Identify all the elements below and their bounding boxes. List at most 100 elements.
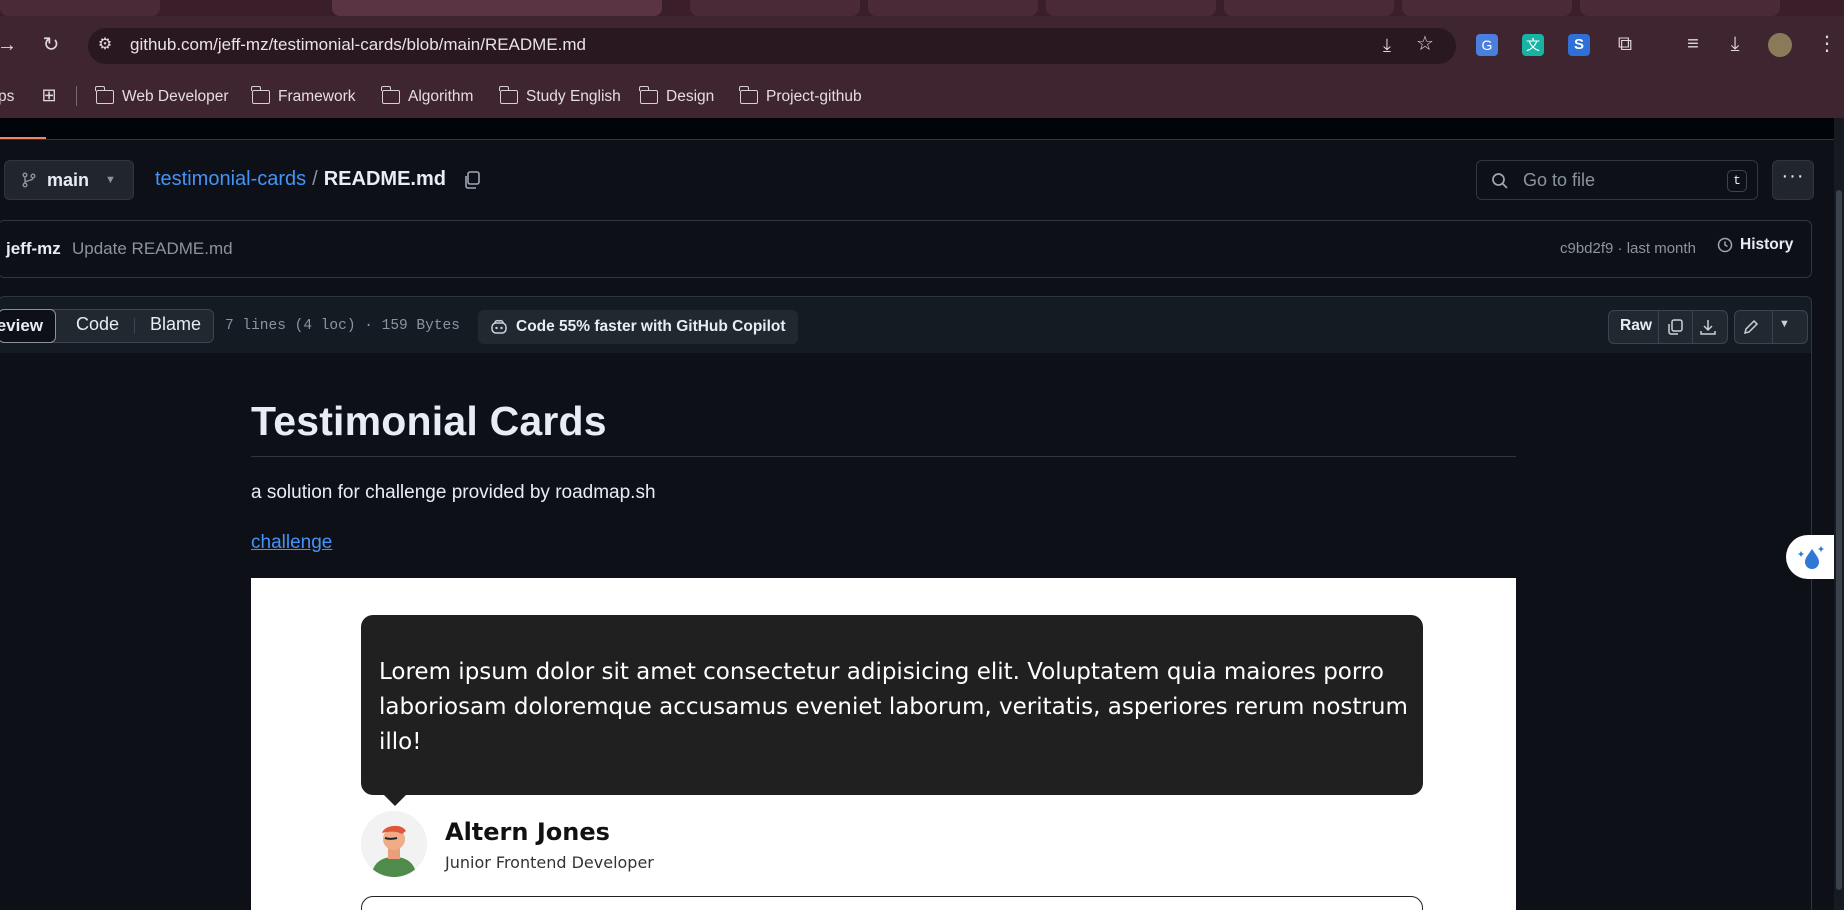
folder-icon — [251, 86, 270, 104]
readme-heading: Testimonial Cards — [251, 398, 607, 444]
git-branch-icon — [22, 172, 36, 188]
copy-path-icon[interactable] — [462, 170, 482, 190]
bookmark-folder-project-github[interactable]: Project-github — [739, 84, 862, 110]
reading-list-icon[interactable]: ≡ — [1680, 33, 1706, 59]
bookmark-label: Design — [666, 88, 715, 105]
copilot-icon — [491, 319, 507, 334]
bookmark-folder-study-english[interactable]: Study English — [499, 84, 621, 110]
bookmarks-divider — [76, 86, 77, 106]
readme-description: a solution for challenge provided by roa… — [251, 482, 656, 503]
preview-tab[interactable]: Preview — [0, 309, 56, 343]
go-to-file-input[interactable]: Go to file t — [1476, 160, 1758, 200]
commit-sha-and-date[interactable]: c9bd2f9 · last month — [1560, 240, 1696, 257]
history-clock-icon — [1717, 237, 1733, 253]
bookmark-label: Study English — [526, 88, 621, 105]
commit-message[interactable]: Update README.md — [72, 239, 233, 259]
breadcrumb: testimonial-cards / README.md — [155, 168, 482, 191]
forward-icon[interactable]: → — [0, 34, 20, 60]
breadcrumb-file-name: README.md — [323, 168, 446, 190]
apps-grid-icon[interactable]: ⊞ — [36, 84, 62, 110]
history-label: History — [1740, 236, 1794, 253]
browser-tab[interactable] — [1046, 0, 1216, 16]
folder-icon — [639, 86, 658, 104]
browser-tab-strip — [0, 0, 1844, 16]
bookmark-label: Project-github — [766, 88, 862, 105]
file-info: 7 lines (4 loc) · 159 Bytes — [225, 318, 460, 334]
breadcrumb-repo-link[interactable]: testimonial-cards — [155, 168, 306, 191]
history-button[interactable]: History — [1716, 236, 1793, 254]
commit-author[interactable]: jeff-mz — [6, 239, 61, 259]
avatar — [361, 811, 427, 877]
install-app-icon[interactable]: ⤓ — [1374, 34, 1400, 60]
browser-tab[interactable] — [0, 0, 160, 16]
chevron-down-icon: ▼ — [105, 174, 116, 186]
bookmark-label: Framework — [278, 88, 356, 105]
downloads-icon[interactable]: ⤓ — [1722, 33, 1748, 59]
browser-tab[interactable] — [868, 0, 1038, 16]
download-icon[interactable] — [1699, 318, 1717, 336]
browser-menu-icon[interactable]: ⋮ — [1814, 33, 1840, 59]
bookmark-apps[interactable]: ps — [0, 84, 14, 110]
folder-icon — [499, 86, 518, 104]
next-testimonial-card — [361, 896, 1423, 910]
bookmark-label: Web Developer — [122, 88, 229, 105]
bookmark-folder-algorithm[interactable]: Algorithm — [381, 84, 474, 110]
code-tab[interactable]: Code — [76, 314, 119, 335]
bubble-tail — [383, 794, 407, 806]
translate-extension-icon[interactable]: G — [1476, 34, 1498, 56]
latest-commit-bar — [0, 220, 1812, 278]
button-divider — [1658, 310, 1659, 344]
button-divider — [1692, 310, 1693, 344]
copilot-label: Code 55% faster with GitHub Copilot — [516, 318, 786, 335]
kebab-horizontal-icon: ··· — [1781, 165, 1805, 187]
bookmark-star-icon[interactable]: ☆ — [1412, 33, 1438, 59]
search-icon — [1492, 173, 1508, 189]
folder-icon — [95, 86, 114, 104]
chevron-down-icon[interactable]: ▼ — [1779, 318, 1790, 330]
button-divider — [1772, 310, 1773, 344]
browser-tab[interactable] — [690, 0, 860, 16]
floating-extension-widget[interactable] — [1786, 535, 1838, 579]
bookmark-folder-framework[interactable]: Framework — [251, 84, 356, 110]
browser-tab[interactable] — [1580, 0, 1780, 16]
browser-tab[interactable] — [332, 0, 662, 16]
blame-tab[interactable]: Blame — [150, 314, 201, 335]
keyboard-shortcut-hint: t — [1727, 170, 1747, 192]
breadcrumb-separator: / — [312, 168, 318, 190]
bookmark-folder-design[interactable]: Design — [639, 84, 715, 110]
go-to-file-placeholder: Go to file — [1523, 170, 1596, 190]
challenge-link[interactable]: challenge — [251, 532, 332, 554]
readme-preview-image: Lorem ipsum dolor sit amet consectetur a… — [251, 578, 1516, 910]
bookmark-label: ps — [0, 88, 15, 105]
branch-selector-button[interactable]: main ▼ — [4, 160, 134, 200]
folder-icon — [739, 86, 758, 104]
pencil-edit-icon[interactable] — [1742, 318, 1760, 336]
bookmark-label: Algorithm — [408, 88, 474, 105]
url-text[interactable]: github.com/jeff-mz/testimonial-cards/blo… — [130, 35, 586, 55]
repo-nav-bar — [0, 118, 1834, 140]
scrollbar-thumb[interactable] — [1836, 190, 1842, 890]
testimonial-author-name: Altern Jones — [445, 818, 610, 846]
preview-label: Preview — [0, 316, 43, 335]
water-drop-sparkle-icon — [1798, 546, 1824, 569]
copilot-promo-button[interactable]: Code 55% faster with GitHub Copilot — [478, 310, 798, 344]
segment-divider — [134, 318, 135, 334]
raw-button[interactable]: Raw — [1620, 317, 1652, 335]
copy-raw-icon[interactable] — [1666, 318, 1684, 336]
s-extension-icon[interactable]: S — [1568, 34, 1590, 56]
translator-extension-icon[interactable]: 文 — [1522, 34, 1544, 56]
browser-tab[interactable] — [1224, 0, 1394, 16]
extensions-puzzle-icon[interactable]: ⧉ — [1612, 33, 1638, 59]
folder-icon — [381, 86, 400, 104]
profile-avatar-icon[interactable] — [1768, 33, 1792, 57]
site-settings-icon[interactable]: ⚙ — [92, 34, 118, 60]
bookmark-folder-web-developer[interactable]: Web Developer — [95, 84, 229, 110]
branch-name: main — [47, 169, 90, 190]
heading-divider — [251, 456, 1516, 457]
testimonial-author-role: Junior Frontend Developer — [445, 853, 654, 872]
reload-icon[interactable]: ↻ — [38, 34, 64, 60]
browser-tab[interactable] — [1402, 0, 1572, 16]
repo-nav-active-indicator — [0, 137, 46, 139]
more-options-button[interactable]: ··· — [1772, 160, 1814, 200]
testimonial-quote: Lorem ipsum dolor sit amet consectetur a… — [379, 659, 1408, 755]
